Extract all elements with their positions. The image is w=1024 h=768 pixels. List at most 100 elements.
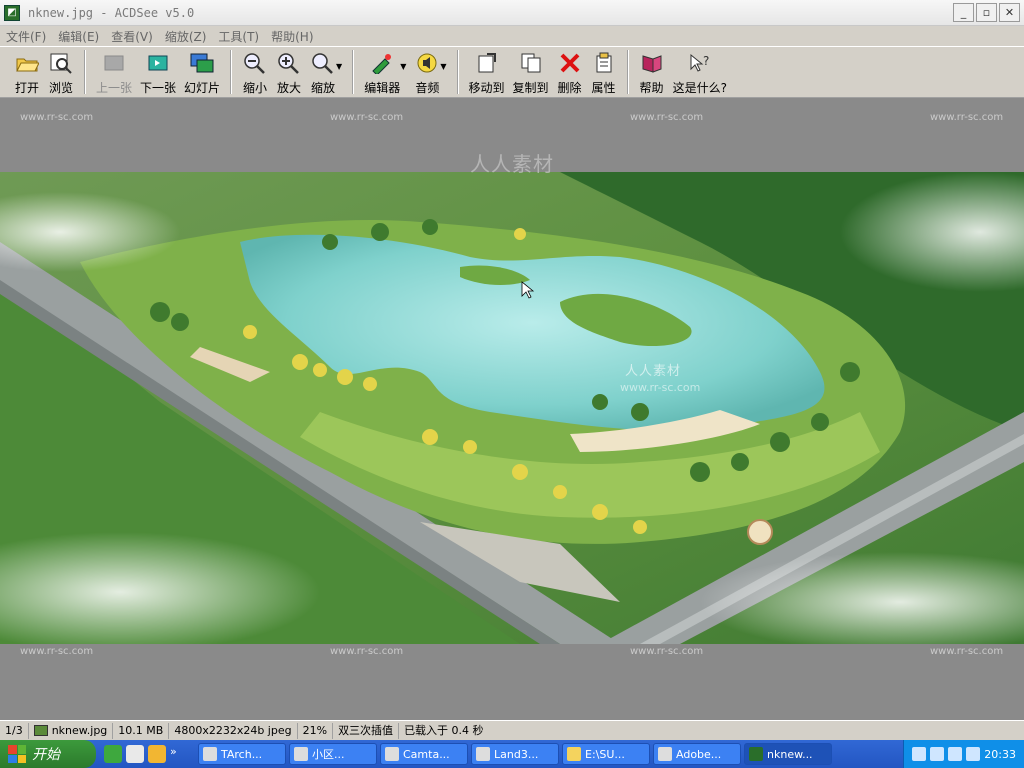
prev-image-icon xyxy=(101,51,127,75)
chevron-right-icon[interactable]: » xyxy=(170,745,188,763)
properties-icon xyxy=(591,51,617,75)
audio-dropdown-icon[interactable]: ▼ xyxy=(440,62,446,71)
whats-this-button[interactable]: ? 这是什么? xyxy=(669,47,731,97)
properties-button[interactable]: 属性 xyxy=(587,47,621,97)
watermark-text: www.rr-sc.com xyxy=(620,381,701,394)
watermark-text: www.rr-sc.com xyxy=(930,112,1004,123)
toolbar-separator xyxy=(456,50,459,94)
watermark-text: www.rr-sc.com xyxy=(630,112,704,123)
file-type-icon xyxy=(33,725,48,736)
folder-open-icon xyxy=(14,51,40,75)
task-button-active[interactable]: nknew... xyxy=(744,743,832,765)
file-size: 10.1 MB xyxy=(113,722,170,739)
watermark-text: 人人素材 xyxy=(625,364,682,379)
help-book-icon xyxy=(639,51,665,75)
toolbar: 打开 浏览 上一张 下一张 幻灯片 缩小 放大 缩放 ▼ 编辑器 ▼ 音频 ▼ … xyxy=(0,46,1024,98)
menu-bar: 文件(F) 编辑(E) 查看(V) 缩放(Z) 工具(T) 帮助(H) xyxy=(0,26,1024,46)
clock: 20:33 xyxy=(984,747,1016,761)
open-button[interactable]: 打开 xyxy=(10,47,44,97)
file-name-text: nknew.jpg xyxy=(51,723,108,737)
watermark-text: www.rr-sc.com xyxy=(330,646,404,657)
delete-button[interactable]: 删除 xyxy=(553,47,587,97)
zoom-in-icon xyxy=(276,51,302,75)
next-image-button[interactable]: 下一张 xyxy=(136,47,180,97)
move-to-label: 移动到 xyxy=(468,81,505,95)
image-dimensions: 4800x2232x24b jpeg xyxy=(169,722,298,739)
whats-this-label: 这是什么? xyxy=(672,81,727,95)
task-button[interactable]: TArch... xyxy=(198,743,286,765)
start-button[interactable]: 开始 xyxy=(0,740,96,768)
menu-help[interactable]: 帮助(H) xyxy=(265,28,319,45)
zoom-in-button[interactable]: 放大 xyxy=(272,47,306,97)
zoom-icon xyxy=(310,51,336,75)
menu-file[interactable]: 文件(F) xyxy=(0,28,52,45)
task-label: Camta... xyxy=(403,747,450,761)
quicklaunch-icon[interactable] xyxy=(104,745,122,763)
app-icon xyxy=(658,747,672,761)
system-tray: 20:33 xyxy=(903,740,1024,768)
task-button[interactable]: Adobe... xyxy=(653,743,741,765)
editor-button[interactable]: 编辑器 xyxy=(360,47,404,97)
watermark-text: www.rr-sc.com xyxy=(330,112,404,123)
task-label: E:\SU... xyxy=(585,747,625,761)
minimize-button[interactable]: _ xyxy=(953,3,974,22)
editor-dropdown-icon[interactable]: ▼ xyxy=(400,62,406,71)
image-viewer[interactable]: www.rr-sc.com www.rr-sc.com www.rr-sc.co… xyxy=(0,98,1024,720)
help-icon[interactable] xyxy=(930,747,945,761)
title-bar[interactable]: ◩ nknew.jpg - ACDSee v5.0 _ ▫ ✕ xyxy=(0,0,1024,26)
audio-button[interactable]: 音频 xyxy=(410,47,444,97)
network-icon[interactable] xyxy=(966,747,981,761)
close-button[interactable]: ✕ xyxy=(999,3,1020,22)
window-controls: _ ▫ ✕ xyxy=(953,3,1020,22)
app-icon xyxy=(749,747,763,761)
quicklaunch-icon[interactable] xyxy=(148,745,166,763)
next-image-icon xyxy=(145,51,171,75)
menu-zoom[interactable]: 缩放(Z) xyxy=(159,28,213,45)
menu-tools[interactable]: 工具(T) xyxy=(212,28,265,45)
park-masterplan-image xyxy=(0,172,1024,644)
copy-to-button[interactable]: 复制到 xyxy=(509,47,553,97)
browse-button[interactable]: 浏览 xyxy=(44,47,78,97)
zoom-out-button[interactable]: 缩小 xyxy=(238,47,272,97)
task-list: TArch... 小区... Camta... Land3... E:\SU..… xyxy=(198,743,832,765)
task-button[interactable]: Camta... xyxy=(380,743,468,765)
zoom-out-icon xyxy=(242,51,268,75)
watermark-text: www.rr-sc.com xyxy=(930,646,1004,657)
menu-view[interactable]: 查看(V) xyxy=(105,28,159,45)
audio-label: 音频 xyxy=(415,81,440,95)
app-icon xyxy=(203,747,217,761)
app-icon: ◩ xyxy=(4,4,20,21)
window-title: nknew.jpg - ACDSee v5.0 xyxy=(28,5,195,20)
task-label: 小区... xyxy=(312,748,345,761)
app-icon xyxy=(294,747,308,761)
svg-text:?: ? xyxy=(703,54,709,68)
zoom-level: 21% xyxy=(298,722,334,739)
slideshow-button[interactable]: 幻灯片 xyxy=(180,47,224,97)
zoom-button[interactable]: 缩放 xyxy=(306,47,340,97)
menu-edit[interactable]: 编辑(E) xyxy=(52,28,105,45)
task-button[interactable]: Land3... xyxy=(471,743,559,765)
task-label: Land3... xyxy=(494,747,539,761)
properties-label: 属性 xyxy=(591,81,616,95)
keyboard-icon[interactable] xyxy=(912,747,927,761)
app-icon xyxy=(385,747,399,761)
image-index: 1/3 xyxy=(0,722,29,739)
speaker-icon xyxy=(414,51,440,75)
task-button[interactable]: E:\SU... xyxy=(562,743,650,765)
editor-icon xyxy=(369,51,395,75)
zoom-dropdown-icon[interactable]: ▼ xyxy=(336,62,342,71)
volume-icon[interactable] xyxy=(948,747,963,761)
watermark-text: 人人素材 xyxy=(470,152,554,176)
prev-image-label: 上一张 xyxy=(96,81,133,95)
help-button[interactable]: 帮助 xyxy=(635,47,669,97)
quicklaunch-icon[interactable] xyxy=(126,745,144,763)
restore-button[interactable]: ▫ xyxy=(976,3,997,22)
move-to-button[interactable]: 移动到 xyxy=(465,47,509,97)
browse-icon xyxy=(48,51,74,75)
watermark-text: www.rr-sc.com xyxy=(630,646,704,657)
prev-image-button[interactable]: 上一张 xyxy=(92,47,136,97)
task-button[interactable]: 小区... xyxy=(289,743,377,765)
copy-to-icon xyxy=(518,51,544,75)
zoom-in-label: 放大 xyxy=(277,81,302,95)
help-label: 帮助 xyxy=(639,81,664,95)
